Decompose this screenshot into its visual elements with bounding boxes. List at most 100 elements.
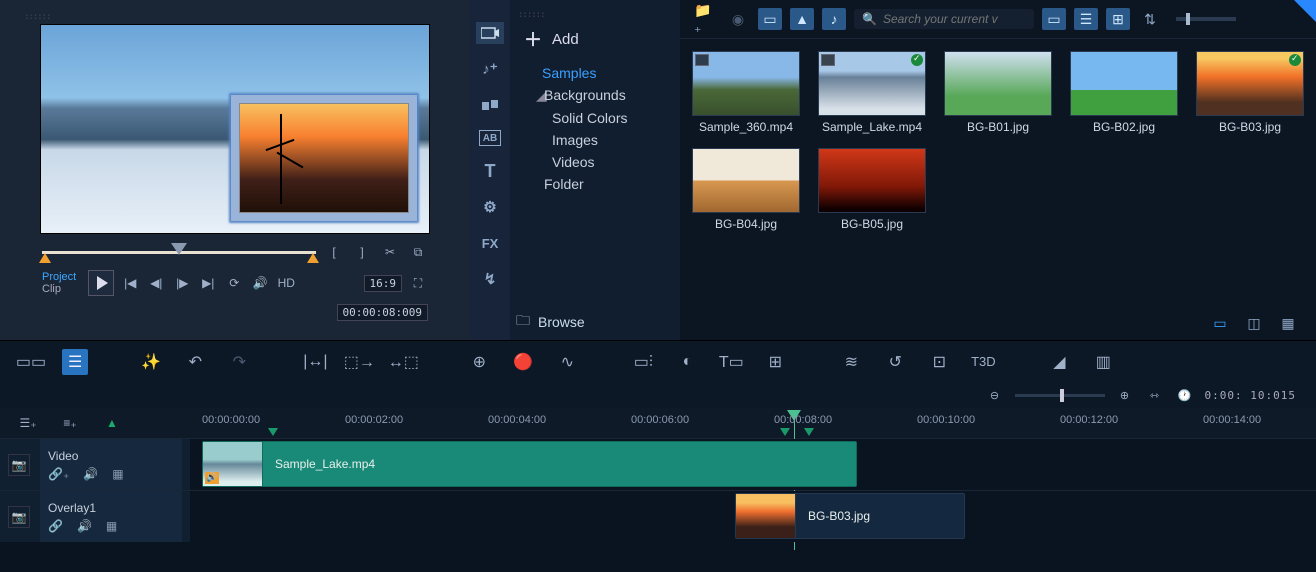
storyboard-icon[interactable]: ▭▭ (18, 349, 44, 375)
filter-photo-icon[interactable]: ▲ (790, 8, 814, 30)
sort-icon[interactable]: ⇅ (1138, 8, 1162, 30)
project-duration[interactable]: 0:00: 10:015 (1205, 389, 1296, 402)
play-button[interactable] (88, 270, 114, 296)
timeline-mode-icon[interactable]: ☰ (62, 349, 88, 375)
thumbnail[interactable]: BG-B02.jpg (1068, 51, 1180, 134)
subtitle-icon[interactable]: T▭ (718, 349, 744, 375)
cat-text-icon[interactable]: T (476, 160, 504, 182)
prev-frame-icon[interactable]: ◀| (146, 273, 166, 293)
view-list-icon[interactable]: ☰ (1074, 8, 1098, 30)
grip-handle[interactable]: :::::: (518, 10, 672, 20)
loop-icon[interactable]: ⟳ (224, 273, 244, 293)
tool-2-icon[interactable]: ⬚→ (346, 349, 372, 375)
cat-path-icon[interactable]: ↯ (476, 268, 504, 290)
mode-clip[interactable]: Clip (42, 283, 76, 295)
multicam-icon[interactable]: ⊞ (762, 349, 788, 375)
clip-overlay[interactable]: BG-B03.jpg (735, 493, 965, 539)
capture-icon[interactable]: ◉ (726, 8, 750, 30)
track-height-icon[interactable]: ≡₊ (60, 413, 80, 433)
record-icon[interactable]: 🔴 (510, 349, 536, 375)
view-large-icon[interactable]: ▭ (1042, 8, 1066, 30)
cat-title-icon[interactable]: AB (479, 130, 501, 146)
search-box[interactable]: 🔍 × (854, 9, 1034, 29)
thumbnail[interactable]: BG-B05.jpg (816, 148, 928, 231)
pin-icon[interactable] (1294, 0, 1316, 22)
scrub-head[interactable] (171, 243, 187, 255)
cat-gear-icon[interactable]: ⚙ (476, 196, 504, 218)
cat-sound-icon[interactable]: ♪⁺ (476, 58, 504, 80)
panel-icon-2[interactable]: ◫ (1242, 312, 1266, 334)
disable-icon[interactable]: ▦ (112, 467, 123, 481)
volume-icon[interactable]: 🔊 (250, 273, 270, 293)
panel-icon-3[interactable]: ▦ (1276, 312, 1300, 334)
add-button[interactable]: ＋ Add (514, 22, 676, 56)
search-input[interactable] (883, 12, 1040, 26)
cat-media-icon[interactable] (476, 22, 504, 44)
enable-all-icon[interactable]: ▲ (102, 413, 122, 433)
grip-handle[interactable]: :::::: (24, 12, 446, 22)
aspect-ratio[interactable]: 16:9 (364, 275, 403, 292)
hd-label[interactable]: HD (276, 273, 296, 293)
tool-1-icon[interactable]: |↔| (302, 349, 328, 375)
thumbnail[interactable]: BG-B01.jpg (942, 51, 1054, 134)
mark-out[interactable] (307, 253, 319, 263)
goto-end-icon[interactable]: ▶| (198, 273, 218, 293)
link-icon[interactable]: 🔗 (48, 519, 63, 533)
filter-video-icon[interactable]: ▭ (758, 8, 782, 30)
clock-icon[interactable]: 🕐 (1175, 385, 1195, 405)
next-frame-icon[interactable]: |▶ (172, 273, 192, 293)
redo-icon[interactable]: ↷ (226, 349, 252, 375)
tree-samples[interactable]: Samples (524, 62, 666, 84)
track-camera-icon[interactable]: 📷 (8, 506, 30, 528)
tree-images[interactable]: Images (524, 129, 666, 151)
fx-wand-icon[interactable]: ✨ (138, 349, 164, 375)
expand-icon[interactable]: ⛶ (408, 273, 428, 293)
3d-title-icon[interactable]: T3D (970, 349, 996, 375)
thumbnail[interactable]: BG-B03.jpg (1194, 51, 1306, 134)
tree-folder[interactable]: Folder (524, 173, 666, 195)
zoom-out-icon[interactable]: ⊖ (985, 385, 1005, 405)
mixer-icon[interactable]: ∿ (554, 349, 580, 375)
tree-solid-colors[interactable]: Solid Colors (524, 107, 666, 129)
mark-in[interactable] (39, 253, 51, 263)
split-screen-icon[interactable]: ▥ (1090, 349, 1116, 375)
import-icon[interactable]: 📁₊ (694, 8, 718, 30)
tree-videos[interactable]: Videos (524, 151, 666, 173)
browse-button[interactable]: 🗀 Browse (516, 310, 585, 334)
track-camera-icon[interactable]: 📷 (8, 454, 30, 476)
mute-icon[interactable]: 🔊 (83, 467, 98, 481)
mask-icon[interactable]: ◐ (674, 349, 700, 375)
filter-audio-icon[interactable]: ♪ (822, 8, 846, 30)
cut-icon[interactable]: ✂ (380, 242, 400, 262)
disable-icon[interactable]: ▦ (106, 519, 117, 533)
thumbnail[interactable]: BG-B04.jpg (690, 148, 802, 231)
reverse-icon[interactable]: ↺ (882, 349, 908, 375)
clip-video[interactable]: 🔊 Sample_Lake.mp4 (202, 441, 857, 487)
track-motion-icon[interactable]: ⊡ (926, 349, 952, 375)
scrub-track[interactable] (42, 245, 316, 259)
mark-out-icon[interactable]: ] (352, 242, 372, 262)
preview-canvas[interactable] (40, 24, 430, 234)
zoom-in-icon[interactable]: ⊕ (1115, 385, 1135, 405)
chapter-icon[interactable]: ▭⫶ (630, 349, 656, 375)
tree-backgrounds[interactable]: ◢Backgrounds (524, 84, 666, 107)
timeline-zoom-slider[interactable] (1015, 394, 1105, 397)
overlay-lane[interactable]: BG-B03.jpg (190, 491, 1316, 542)
mute-icon[interactable]: 🔊 (77, 519, 92, 533)
thumbnail[interactable]: Sample_Lake.mp4 (816, 51, 928, 134)
panel-icon-1[interactable]: ▭ (1208, 312, 1232, 334)
view-grid-icon[interactable]: ⊞ (1106, 8, 1130, 30)
speed-icon[interactable]: ≋ (838, 349, 864, 375)
mode-project[interactable]: Project (42, 271, 76, 283)
cat-transition-icon[interactable] (476, 94, 504, 116)
track-options-icon[interactable]: ☰₊ (18, 413, 38, 433)
preview-timecode[interactable]: 00:00:08:009 (337, 304, 428, 321)
undo-icon[interactable]: ↶ (182, 349, 208, 375)
cat-fx-icon[interactable]: FX (476, 232, 504, 254)
thumb-zoom-slider[interactable] (1176, 17, 1236, 21)
snapshot-icon[interactable]: ⧉ (408, 242, 428, 262)
video-lane[interactable]: 🔊 Sample_Lake.mp4 (190, 439, 1316, 490)
mark-in-icon[interactable]: [ (324, 242, 344, 262)
time-ruler[interactable]: 00:00:00:0000:00:02:0000:00:04:0000:00:0… (190, 408, 1316, 438)
tool-3-icon[interactable]: ↔⬚ (390, 349, 416, 375)
